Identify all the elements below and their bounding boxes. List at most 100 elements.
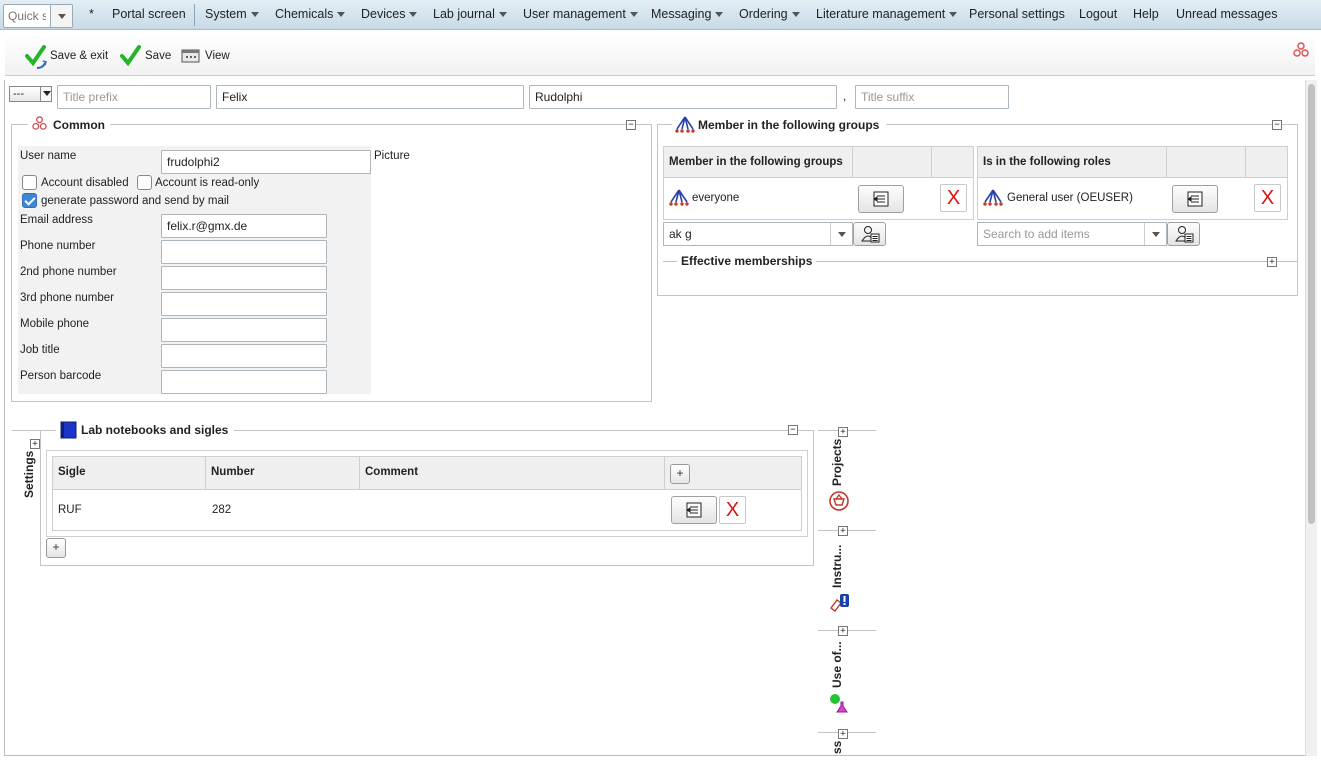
groups-header: Member in the following groups: [663, 146, 853, 178]
menu-logout[interactable]: Logout: [1079, 7, 1117, 21]
user-name-input[interactable]: [161, 150, 371, 174]
roles-header-delete: [1245, 146, 1288, 178]
menu-messaging[interactable]: Messaging: [651, 7, 724, 21]
menu-label: Logout: [1079, 7, 1118, 21]
menu-lab-journal[interactable]: Lab journal: [433, 7, 507, 21]
phone3-input[interactable]: [161, 292, 327, 316]
phone2-input[interactable]: [161, 266, 327, 290]
settings-tab[interactable]: Settings: [22, 451, 36, 498]
role-search-input[interactable]: [978, 223, 1142, 245]
collapse-notebooks-toggle[interactable]: −: [788, 425, 798, 435]
save-button[interactable]: Save: [120, 45, 172, 68]
menu-ordering[interactable]: Ordering: [739, 7, 800, 21]
menu-label: Chemicals: [275, 7, 334, 21]
expand-instruments-toggle[interactable]: +: [838, 526, 848, 536]
barcode-label: Person barcode: [20, 370, 102, 382]
add-notebook-button[interactable]: +: [46, 538, 66, 558]
view-label: View: [205, 50, 230, 62]
menu-chemicals[interactable]: Chemicals: [275, 7, 346, 21]
group-search-dropdown-button[interactable]: [830, 223, 852, 245]
menu-label: Help: [1133, 7, 1159, 21]
salutation-select[interactable]: ---: [9, 86, 52, 102]
roles-header: Is in the following roles: [977, 146, 1167, 178]
menu-user-management[interactable]: User management: [523, 7, 638, 21]
quick-search[interactable]: [3, 4, 73, 28]
remove-notebook-button[interactable]: X: [719, 496, 746, 524]
collapse-common-toggle[interactable]: −: [626, 120, 636, 130]
main-menu-bar: * Portal screen System Chemicals Devices…: [0, 0, 1321, 30]
add-notebook-header-button[interactable]: +: [670, 464, 690, 484]
group-lookup-button[interactable]: [853, 222, 886, 246]
favorite-star[interactable]: *: [89, 7, 94, 21]
chevron-down-icon: [409, 12, 418, 18]
menu-label: Devices: [361, 7, 406, 21]
expand-effective-memberships-toggle[interactable]: +: [1267, 257, 1277, 267]
quick-search-dropdown-button[interactable]: [50, 5, 72, 27]
vertical-scrollbar[interactable]: [1305, 80, 1317, 756]
user-search-icon: [860, 226, 879, 243]
open-group-button[interactable]: [858, 185, 904, 213]
open-details-icon: [873, 191, 889, 207]
barcode-input[interactable]: [161, 370, 327, 394]
save-exit-button[interactable]: Save & exit: [25, 45, 108, 69]
menu-portal-screen[interactable]: Portal screen: [112, 7, 186, 21]
email-input[interactable]: [161, 214, 327, 238]
open-notebook-button[interactable]: [671, 496, 717, 524]
collapse-groups-toggle[interactable]: −: [1272, 120, 1282, 130]
job-title-label: Job title: [20, 344, 60, 356]
remove-role-button[interactable]: X: [1254, 184, 1281, 212]
view-button[interactable]: View: [180, 48, 232, 68]
save-label: Save: [145, 50, 172, 62]
common-title: Common: [53, 118, 105, 132]
menu-personal-settings[interactable]: Personal settings: [969, 7, 1065, 21]
email-label: Email address: [20, 214, 93, 226]
role-search-dropdown-button[interactable]: [1144, 223, 1166, 245]
open-role-button[interactable]: [1172, 185, 1218, 213]
menu-literature-management[interactable]: Literature management: [816, 7, 958, 21]
read-only-checkbox[interactable]: [137, 175, 152, 190]
salutation-dropdown-button[interactable]: [40, 87, 51, 101]
remove-group-button[interactable]: X: [940, 184, 967, 212]
scrollbar-thumb[interactable]: [1308, 84, 1315, 524]
use-of-tab[interactable]: Use of...: [830, 641, 844, 688]
expand-use-of-toggle[interactable]: +: [838, 626, 848, 636]
atom-icon: [1293, 42, 1309, 57]
generate-password-label: generate password and send by mail: [41, 195, 229, 207]
group-search-combo[interactable]: [663, 222, 853, 246]
menu-label: Portal screen: [112, 7, 186, 21]
chevron-down-icon: [337, 12, 346, 18]
role-lookup-button[interactable]: [1167, 222, 1200, 246]
menu-help[interactable]: Help: [1133, 7, 1159, 21]
projects-tab[interactable]: Projects: [830, 439, 844, 486]
expand-more-toggle[interactable]: +: [838, 729, 848, 739]
settings-divider: [12, 430, 40, 431]
more-tab[interactable]: ss: [830, 741, 844, 754]
roles-header-action: [1166, 146, 1246, 178]
instruments-tab[interactable]: Instru...: [830, 545, 844, 588]
chevron-down-icon: [715, 12, 724, 18]
menu-devices[interactable]: Devices: [361, 7, 418, 21]
phone3-label: 3rd phone number: [20, 292, 114, 304]
menu-unread-messages[interactable]: Unread messages: [1176, 7, 1277, 21]
last-name-input[interactable]: [529, 85, 837, 109]
title-suffix-input[interactable]: [855, 85, 1009, 109]
group-tree-icon: [675, 116, 695, 133]
mobile-label: Mobile phone: [20, 318, 90, 330]
title-prefix-input[interactable]: [57, 85, 211, 109]
role-search-combo[interactable]: [977, 222, 1167, 246]
expand-projects-toggle[interactable]: +: [838, 427, 848, 437]
check-exit-icon: [25, 45, 47, 69]
first-name-input[interactable]: [216, 85, 524, 109]
account-disabled-checkbox[interactable]: [22, 175, 37, 190]
expand-settings-toggle[interactable]: +: [30, 439, 40, 449]
menu-system[interactable]: System: [205, 7, 259, 21]
group-name: everyone: [692, 192, 740, 204]
mobile-input[interactable]: [161, 318, 327, 342]
phone-input[interactable]: [161, 240, 327, 264]
job-title-input[interactable]: [161, 344, 327, 368]
generate-password-checkbox[interactable]: [22, 193, 37, 208]
quick-search-input[interactable]: [4, 5, 50, 27]
instrument-info-icon: [830, 594, 849, 612]
col-comment: Comment: [359, 456, 665, 490]
group-search-input[interactable]: [664, 223, 828, 245]
